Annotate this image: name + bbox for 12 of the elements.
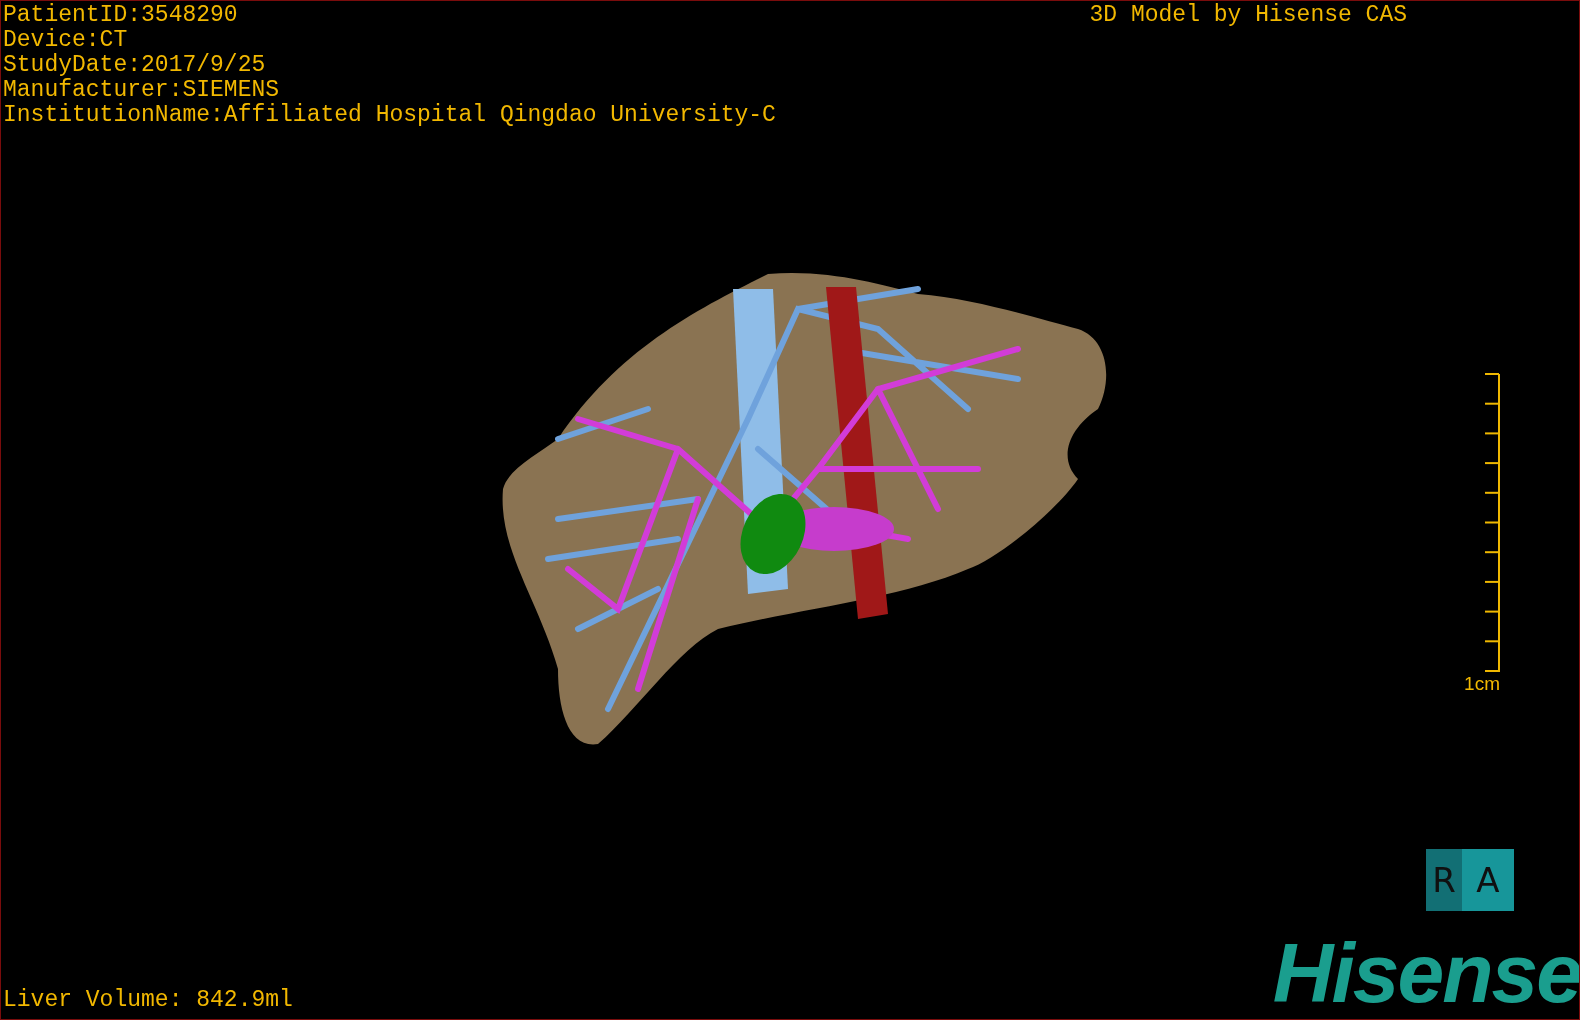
info-text: Manufacturer:SIEMENS <box>3 78 281 103</box>
info-text: StudyDate:2017/9/25 <box>3 53 267 78</box>
scale-label: 1cm <box>1464 673 1500 695</box>
volume-text: Liver Volume: 842.9ml <box>2 987 293 1015</box>
brand-logo: Hisense <box>1272 937 1579 1019</box>
info-text: PatientID:3548290 <box>3 3 239 28</box>
info-text: Device:CT <box>3 28 129 53</box>
orientation-cube[interactable]: R A <box>1426 849 1514 911</box>
cube-face: R <box>1426 849 1462 911</box>
viewer-title: 3D Model by Hisense CAS <box>1089 3 1407 30</box>
info-text: InstitutionName:Affiliated Hospital Qingdao University-C <box>3 103 776 128</box>
cube-face: A <box>1462 849 1514 911</box>
